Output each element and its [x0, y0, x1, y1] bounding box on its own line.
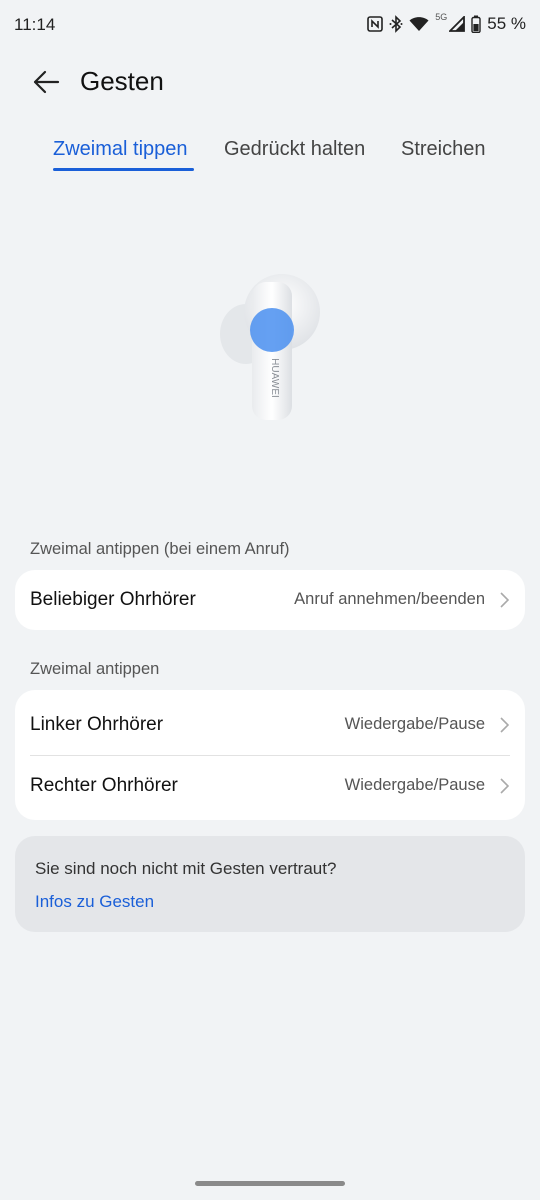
row-value: Anruf annehmen/beenden [294, 590, 485, 608]
row-left-earbud[interactable]: Linker Ohrhörer Wiedergabe/Pause [15, 695, 525, 755]
section-label-call: Zweimal antippen (bei einem Anruf) [30, 540, 290, 558]
chevron-right-icon [500, 778, 509, 794]
section-label-double-tap: Zweimal antippen [30, 660, 160, 678]
gesture-tabs: Zweimal tippen Gedrückt halten Streichen [0, 134, 540, 178]
tab-swipe[interactable]: Streichen [401, 138, 486, 161]
battery-icon [471, 15, 481, 33]
earbud-illustration: HUAWEI [210, 268, 330, 428]
network-type: 5G [435, 12, 448, 22]
double-tap-card: Linker Ohrhörer Wiedergabe/Pause Rechter… [15, 690, 525, 820]
row-value: Wiedergabe/Pause [344, 715, 485, 733]
row-value: Wiedergabe/Pause [344, 776, 485, 794]
status-icons: 5G 55 % [367, 12, 526, 34]
earbud-brand: HUAWEI [269, 358, 280, 398]
app-header: Gesten [0, 50, 540, 114]
row-any-earbud[interactable]: Beliebiger Ohrhörer Anruf annehmen/beend… [15, 570, 525, 630]
call-gesture-card: Beliebiger Ohrhörer Anruf annehmen/beend… [15, 570, 525, 630]
chevron-right-icon [500, 592, 509, 608]
info-text: Sie sind noch nicht mit Gesten vertraut? [35, 859, 337, 878]
gesture-info-link[interactable]: Infos zu Gesten [35, 892, 154, 912]
battery-level: 55 % [487, 14, 526, 33]
signal-icon [449, 16, 466, 32]
row-right-earbud[interactable]: Rechter Ohrhörer Wiedergabe/Pause [15, 756, 525, 816]
back-arrow-icon [33, 70, 60, 94]
home-indicator[interactable] [195, 1181, 345, 1186]
chevron-right-icon [500, 717, 509, 733]
row-title: Linker Ohrhörer [30, 714, 164, 735]
tab-press-hold[interactable]: Gedrückt halten [224, 138, 365, 161]
status-time: 11:14 [14, 15, 56, 34]
back-button[interactable] [28, 64, 64, 100]
active-tab-indicator [53, 168, 194, 171]
row-title: Beliebiger Ohrhörer [30, 589, 196, 610]
gesture-info-card: Sie sind noch nicht mit Gesten vertraut?… [15, 836, 525, 932]
nfc-icon [367, 16, 384, 32]
page-title: Gesten [80, 66, 164, 96]
row-title: Rechter Ohrhörer [30, 775, 178, 796]
wifi-icon [409, 16, 429, 32]
status-bar: 11:14 5G 55 % [0, 0, 540, 50]
bluetooth-icon [389, 15, 403, 33]
tab-double-tap[interactable]: Zweimal tippen [53, 138, 188, 161]
